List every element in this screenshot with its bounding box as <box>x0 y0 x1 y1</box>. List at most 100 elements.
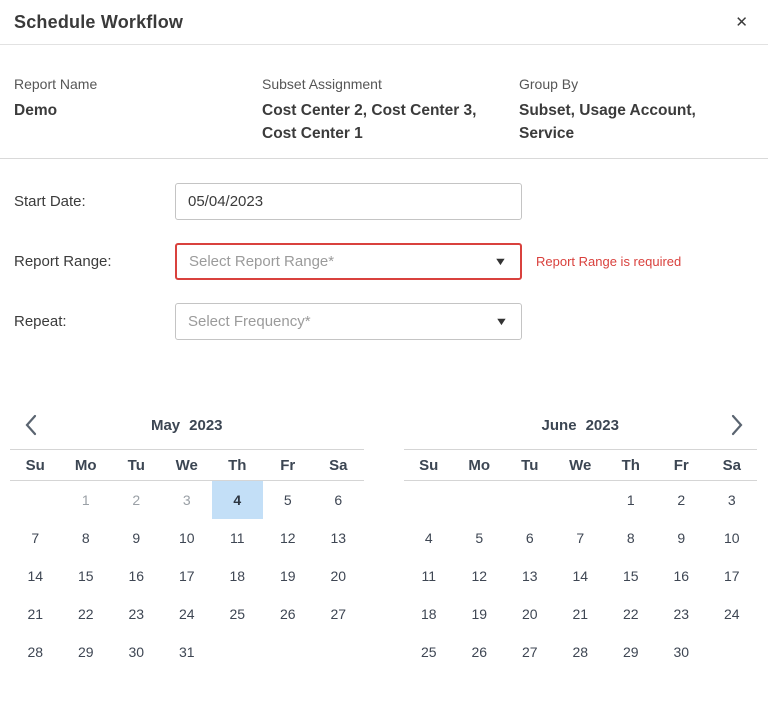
calendar-day[interactable]: 5 <box>454 519 505 557</box>
weekday-label: Tu <box>111 457 162 474</box>
calendar-day[interactable]: 25 <box>404 633 455 671</box>
calendar-day[interactable]: 6 <box>505 519 556 557</box>
calendar-day[interactable]: 27 <box>505 633 556 671</box>
weekday-label: Su <box>404 457 455 474</box>
calendar-day[interactable]: 5 <box>263 481 314 519</box>
calendar-day[interactable]: 18 <box>212 557 263 595</box>
calendar-day[interactable]: 26 <box>263 595 314 633</box>
weekday-label: Mo <box>454 457 505 474</box>
calendar-day[interactable]: 9 <box>656 519 707 557</box>
repeat-select[interactable]: Select Frequency* ▼ <box>175 303 522 340</box>
start-date-row: Start Date: <box>14 183 768 220</box>
prev-month-icon[interactable] <box>10 403 50 447</box>
calendar-day[interactable]: 21 <box>10 595 61 633</box>
calendar-day[interactable]: 13 <box>505 557 556 595</box>
calendar-day[interactable]: 29 <box>61 633 112 671</box>
day-grid: 1234567891011121314151617181920212223242… <box>10 481 364 671</box>
calendar-day-empty <box>263 633 314 671</box>
calendar-day[interactable]: 21 <box>555 595 606 633</box>
weekday-header: SuMoTuWeThFrSa <box>10 449 364 481</box>
calendar-day[interactable]: 20 <box>313 557 364 595</box>
report-range-error: Report Range is required <box>536 254 681 269</box>
group-by-label: Group By <box>519 76 736 92</box>
chevron-down-icon: ▼ <box>494 316 508 328</box>
calendar-day[interactable]: 4 <box>404 519 455 557</box>
calendar-day[interactable]: 16 <box>111 557 162 595</box>
calendar-day[interactable]: 10 <box>707 519 758 557</box>
calendar-day[interactable]: 1 <box>61 481 112 519</box>
weekday-label: Fr <box>263 457 314 474</box>
calendar-day-empty <box>555 481 606 519</box>
calendar-day[interactable]: 23 <box>111 595 162 633</box>
calendar-day[interactable]: 8 <box>606 519 657 557</box>
calendar-day[interactable]: 17 <box>707 557 758 595</box>
month-name: June <box>542 417 577 434</box>
calendar-day[interactable]: 27 <box>313 595 364 633</box>
calendar-panel: May2023 SuMoTuWeThFrSa 12345678910111213… <box>0 363 768 671</box>
next-month-icon[interactable] <box>717 403 757 447</box>
calendar-day[interactable]: 19 <box>263 557 314 595</box>
calendar-june: June2023 SuMoTuWeThFrSa 1234567891011121… <box>404 403 758 671</box>
calendar-day[interactable]: 14 <box>555 557 606 595</box>
subset-assignment-label: Subset Assignment <box>262 76 501 92</box>
calendar-month-title: June 2023 <box>444 417 718 434</box>
month-name: May <box>151 417 180 434</box>
auto-run-note: This report will automatically run on 05… <box>0 671 768 706</box>
calendar-day[interactable]: 31 <box>162 633 213 671</box>
start-date-input[interactable] <box>175 183 522 220</box>
calendar-day[interactable]: 23 <box>656 595 707 633</box>
calendar-day[interactable]: 20 <box>505 595 556 633</box>
weekday-label: Th <box>212 457 263 474</box>
summary-subset-assignment: Subset Assignment Cost Center 2, Cost Ce… <box>262 76 519 145</box>
calendar-day[interactable]: 12 <box>263 519 314 557</box>
calendar-day[interactable]: 2 <box>656 481 707 519</box>
calendar-day[interactable]: 7 <box>10 519 61 557</box>
repeat-label: Repeat: <box>14 313 175 330</box>
calendar-day[interactable]: 19 <box>454 595 505 633</box>
calendar-day[interactable]: 14 <box>10 557 61 595</box>
calendar-day[interactable]: 30 <box>656 633 707 671</box>
weekday-label: Su <box>10 457 61 474</box>
calendar-day[interactable]: 17 <box>162 557 213 595</box>
calendar-day[interactable]: 15 <box>606 557 657 595</box>
calendar-day[interactable]: 24 <box>162 595 213 633</box>
month-year: 2023 <box>189 417 222 434</box>
report-range-select[interactable]: Select Report Range* ▼ <box>175 243 522 280</box>
calendar-day[interactable]: 11 <box>404 557 455 595</box>
calendar-day[interactable]: 3 <box>162 481 213 519</box>
calendar-day[interactable]: 10 <box>162 519 213 557</box>
weekday-label: We <box>162 457 213 474</box>
calendar-day[interactable]: 2 <box>111 481 162 519</box>
calendar-day[interactable]: 12 <box>454 557 505 595</box>
calendar-day[interactable]: 9 <box>111 519 162 557</box>
calendar-day-empty <box>313 633 364 671</box>
calendar-day[interactable]: 3 <box>707 481 758 519</box>
calendar-day[interactable]: 11 <box>212 519 263 557</box>
calendar-day[interactable]: 22 <box>606 595 657 633</box>
calendar-day[interactable]: 18 <box>404 595 455 633</box>
calendar-may: May2023 SuMoTuWeThFrSa 12345678910111213… <box>10 403 364 671</box>
calendar-day[interactable]: 26 <box>454 633 505 671</box>
calendar-day[interactable]: 1 <box>606 481 657 519</box>
calendar-day[interactable]: 28 <box>10 633 61 671</box>
calendar-day[interactable]: 28 <box>555 633 606 671</box>
calendar-day[interactable]: 13 <box>313 519 364 557</box>
calendar-day[interactable]: 24 <box>707 595 758 633</box>
calendar-day[interactable]: 6 <box>313 481 364 519</box>
weekday-label: Sa <box>313 457 364 474</box>
schedule-workflow-dialog: Schedule Workflow ✕ Report Name Demo Sub… <box>0 0 768 706</box>
calendar-day[interactable]: 25 <box>212 595 263 633</box>
calendar-day[interactable]: 7 <box>555 519 606 557</box>
calendar-day[interactable]: 15 <box>61 557 112 595</box>
weekday-label: Mo <box>61 457 112 474</box>
calendar-day[interactable]: 30 <box>111 633 162 671</box>
calendar-day[interactable]: 8 <box>61 519 112 557</box>
calendar-day[interactable]: 29 <box>606 633 657 671</box>
calendar-day[interactable]: 22 <box>61 595 112 633</box>
dialog-title: Schedule Workflow <box>14 12 183 33</box>
month-year: 2023 <box>586 417 619 434</box>
report-range-placeholder: Select Report Range* <box>189 253 334 270</box>
calendar-day[interactable]: 16 <box>656 557 707 595</box>
close-icon[interactable]: ✕ <box>731 11 752 34</box>
calendar-day-selected[interactable]: 4 <box>212 481 263 519</box>
